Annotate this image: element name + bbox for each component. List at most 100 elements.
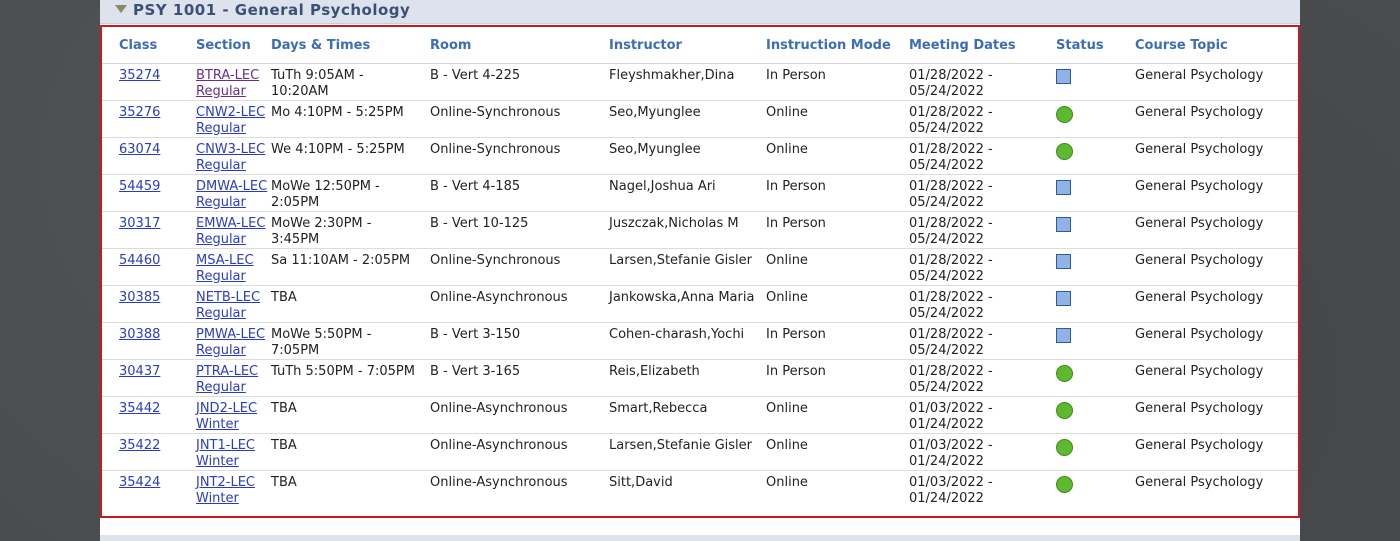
class-number-link[interactable]: 35422 bbox=[119, 438, 160, 453]
collapse-triangle-icon[interactable] bbox=[115, 5, 127, 13]
section-link[interactable]: CNW3-LEC bbox=[196, 142, 265, 157]
days-times-cell: TuTh 5:50PM - 7:05PM bbox=[271, 359, 430, 397]
days-times-cell: TBA bbox=[271, 471, 430, 508]
class-number-cell: 35422 bbox=[102, 433, 196, 471]
meeting-dates-start: 01/28/2022 - bbox=[909, 327, 993, 342]
green-circle-icon bbox=[1056, 365, 1073, 382]
class-number-link[interactable]: 30388 bbox=[119, 327, 160, 342]
section-link[interactable]: PTRA-LEC bbox=[196, 364, 258, 379]
room-cell: B - Vert 4-225 bbox=[430, 63, 609, 101]
session-link[interactable]: Regular bbox=[196, 343, 246, 358]
table-row: 54459 DMWA-LEC Regular MoWe 12:50PM - 2:… bbox=[102, 174, 1298, 212]
session-link[interactable]: Winter bbox=[196, 454, 239, 469]
days-times-cell: TBA bbox=[271, 433, 430, 471]
days-times-text: TBA bbox=[271, 438, 297, 453]
sections-table: Class Section Days & Times Room Instruct… bbox=[102, 27, 1298, 508]
course-header[interactable]: PSY 1001 - General Psychology bbox=[100, 0, 1300, 24]
status-cell bbox=[1056, 322, 1135, 360]
session-link[interactable]: Regular bbox=[196, 84, 246, 99]
session-link[interactable]: Regular bbox=[196, 269, 246, 284]
session-link[interactable]: Regular bbox=[196, 158, 246, 173]
section-link[interactable]: NETB-LEC bbox=[196, 290, 260, 305]
days-times-text: MoWe 5:50PM - bbox=[271, 327, 372, 342]
instructor-cell: Cohen-charash,Yochi bbox=[609, 322, 766, 360]
class-number-link[interactable]: 30317 bbox=[119, 216, 160, 231]
class-number-link[interactable]: 63074 bbox=[119, 142, 160, 157]
table-row: 30385 NETB-LEC Regular TBA Online-Asynch… bbox=[102, 285, 1298, 323]
class-number-link[interactable]: 30437 bbox=[119, 364, 160, 379]
meeting-dates-end: 01/24/2022 bbox=[909, 491, 984, 506]
days-times-text-2: 7:05PM bbox=[271, 343, 320, 358]
section-link[interactable]: JND2-LEC bbox=[196, 401, 257, 416]
section-cell: CNW2-LEC Regular bbox=[196, 100, 271, 138]
instructor-cell: Juszczak,Nicholas M bbox=[609, 211, 766, 249]
class-number-cell: 30388 bbox=[102, 322, 196, 360]
instructor-cell: Jankowska,Anna Maria bbox=[609, 285, 766, 323]
class-number-link[interactable]: 35442 bbox=[119, 401, 160, 416]
instructor-cell: Larsen,Stefanie Gisler bbox=[609, 248, 766, 286]
section-link[interactable]: CNW2-LEC bbox=[196, 105, 265, 120]
table-row: 30317 EMWA-LEC Regular MoWe 2:30PM - 3:4… bbox=[102, 211, 1298, 249]
days-times-text-2: 10:20AM bbox=[271, 84, 329, 99]
class-number-link[interactable]: 35276 bbox=[119, 105, 160, 120]
class-number-cell: 30385 bbox=[102, 285, 196, 323]
section-link[interactable]: EMWA-LEC bbox=[196, 216, 265, 231]
section-link[interactable]: BTRA-LEC bbox=[196, 68, 259, 83]
col-header-section[interactable]: Section bbox=[196, 27, 271, 64]
section-link[interactable]: JNT2-LEC bbox=[196, 475, 255, 490]
days-times-cell: Sa 11:10AM - 2:05PM bbox=[271, 248, 430, 286]
course-topic-cell: General Psychology bbox=[1135, 475, 1264, 490]
days-times-text: TBA bbox=[271, 475, 297, 490]
col-header-meeting-dates[interactable]: Meeting Dates bbox=[909, 27, 1056, 64]
class-number-link[interactable]: 54460 bbox=[119, 253, 160, 268]
days-times-cell: Mo 4:10PM - 5:25PM bbox=[271, 100, 430, 138]
session-link[interactable]: Regular bbox=[196, 380, 246, 395]
meeting-dates-cell: 01/28/2022 - 05/24/2022 bbox=[909, 100, 1056, 138]
col-header-instruction-mode[interactable]: Instruction Mode bbox=[766, 27, 909, 64]
section-link[interactable]: MSA-LEC bbox=[196, 253, 254, 268]
instruction-mode-cell: Online bbox=[766, 137, 909, 175]
class-number-link[interactable]: 30385 bbox=[119, 290, 160, 305]
col-header-instructor[interactable]: Instructor bbox=[609, 27, 766, 64]
table-row: 35442 JND2-LEC Winter TBA Online-Asynchr… bbox=[102, 396, 1298, 434]
instruction-mode-cell: In Person bbox=[766, 359, 909, 397]
col-header-status[interactable]: Status bbox=[1056, 27, 1135, 64]
days-times-text: Sa 11:10AM - 2:05PM bbox=[271, 253, 411, 268]
col-header-course-topic[interactable]: Course Topic bbox=[1135, 27, 1298, 64]
table-row: 35424 JNT2-LEC Winter TBA Online-Asynchr… bbox=[102, 471, 1298, 508]
session-link[interactable]: Regular bbox=[196, 232, 246, 247]
section-cell: JNT2-LEC Winter bbox=[196, 471, 271, 508]
class-number-link[interactable]: 35274 bbox=[119, 68, 160, 83]
session-link[interactable]: Regular bbox=[196, 306, 246, 321]
course-topic-cell: General Psychology bbox=[1135, 396, 1298, 434]
session-link[interactable]: Regular bbox=[196, 121, 246, 136]
class-number-link[interactable]: 54459 bbox=[119, 179, 160, 194]
section-link[interactable]: JNT1-LEC bbox=[196, 438, 255, 453]
course-panel: PSY 1001 - General Psychology Class Sect… bbox=[100, 0, 1300, 541]
meeting-dates-end: 05/24/2022 bbox=[909, 158, 984, 173]
room-cell: Online-Synchronous bbox=[430, 137, 609, 175]
col-header-class[interactable]: Class bbox=[102, 27, 196, 64]
instruction-mode-cell: In Person bbox=[766, 174, 909, 212]
days-times-cell: TuTh 9:05AM - 10:20AM bbox=[271, 63, 430, 101]
section-cell: NETB-LEC Regular bbox=[196, 285, 271, 323]
instructor-cell: Sitt,David bbox=[609, 475, 673, 490]
meeting-dates-start: 01/03/2022 - bbox=[909, 401, 993, 416]
col-header-days-times[interactable]: Days & Times bbox=[271, 27, 430, 64]
class-number-cell: 63074 bbox=[102, 137, 196, 175]
room-cell: B - Vert 3-165 bbox=[430, 359, 609, 397]
section-cell: JNT1-LEC Winter bbox=[196, 433, 271, 471]
section-link[interactable]: PMWA-LEC bbox=[196, 327, 265, 342]
session-link[interactable]: Winter bbox=[196, 417, 239, 432]
class-number-link[interactable]: 35424 bbox=[119, 475, 160, 490]
meeting-dates-end: 05/24/2022 bbox=[909, 84, 984, 99]
section-cell: BTRA-LEC Regular bbox=[196, 63, 271, 101]
days-times-text: MoWe 2:30PM - bbox=[271, 216, 372, 231]
section-link[interactable]: DMWA-LEC bbox=[196, 179, 267, 194]
session-link[interactable]: Regular bbox=[196, 195, 246, 210]
session-link[interactable]: Winter bbox=[196, 491, 239, 506]
course-topic-cell: General Psychology bbox=[1135, 322, 1298, 360]
instructor-cell: Nagel,Joshua Ari bbox=[609, 174, 766, 212]
meeting-dates-end: 05/24/2022 bbox=[909, 306, 984, 321]
col-header-room[interactable]: Room bbox=[430, 27, 609, 64]
